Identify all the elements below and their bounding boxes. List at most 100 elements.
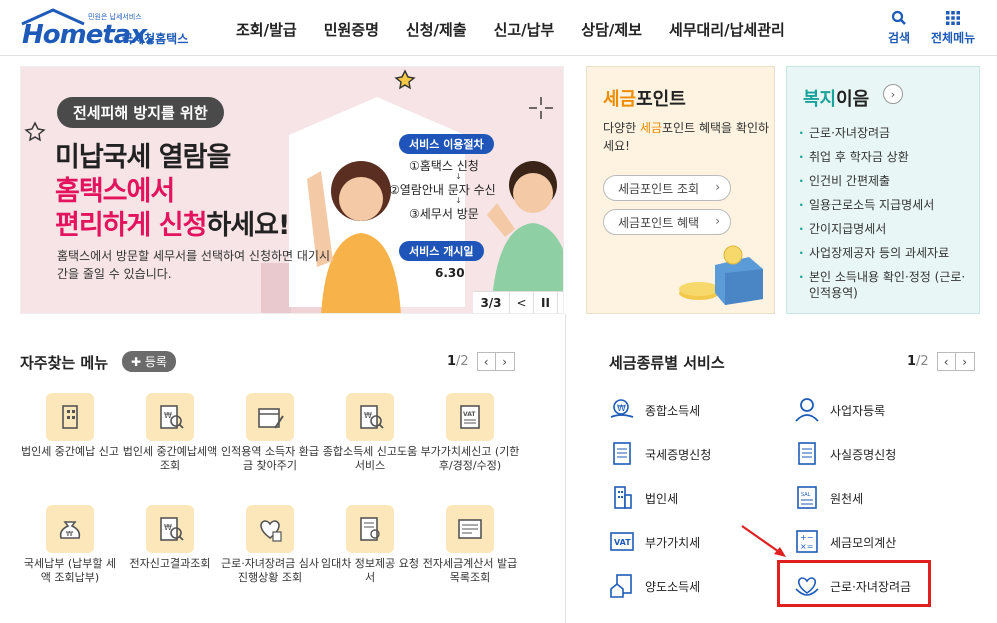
favorite-menu-item[interactable]: 전자세금계산서 발급목록조회 [420,505,520,585]
tax-service-item-right[interactable]: 사실증명신청 [794,441,896,467]
menu-icon-box: ₩ [46,505,94,553]
welfare-more-button[interactable]: › [883,84,903,104]
nav-item-certificate[interactable]: 민원증명 [324,19,379,40]
hometax-logo[interactable]: 민원은 납세서비스 Hometax. 국세청홈택스 [18,6,208,50]
money-bag-icon: ₩ [59,521,81,539]
banner-headline-3-accent: 편리하게 신청 [55,210,207,241]
building-icon [62,405,78,429]
banner-counter: 3/3 [480,296,502,310]
tax-service-item-right[interactable]: 사업자등록 [794,397,885,423]
tax-service-item-left[interactable]: ₩ 종합소득세 [609,397,700,423]
welfare-title-rest: 이음 [836,89,870,110]
calculator-icon: +−×= [796,530,818,553]
favorite-menu-item[interactable]: 임대차 정보제공 요청서 [320,505,420,585]
chevron-right-icon: › [962,354,968,369]
favorite-menu-item[interactable]: ₩ 전자신고결과조회 [120,505,220,571]
start-date: 6.30 [435,266,465,280]
favorite-menu-label: 전자신고결과조회 [129,557,211,570]
procedure-chip: 서비스 이용절차 [399,134,494,154]
favorites-title: 자주찾는 메뉴 [20,354,109,372]
welfare-item[interactable]: 취업 후 학자금 상환 [799,145,969,169]
banner-headline-3-rest: 하세요! [206,210,290,241]
tax-services-title: 세금종류별 서비스 [609,354,725,372]
register-button[interactable]: ✚ 등록 [122,351,176,372]
doc-search-icon [360,517,380,541]
tax-services-prev-button[interactable]: ‹ [936,352,956,371]
favorite-menu-item[interactable]: 법인세 중간예납 신고 [20,393,120,459]
nav-item-inquiry[interactable]: 조회/발급 [236,19,297,40]
menu-icon-box [246,393,294,441]
menu-icon-box [346,505,394,553]
vat-doc-icon: VAT [460,405,480,429]
tax-point-card: 세금포인트 다양한 세금포인트 혜택을 확인하세요! 세금포인트 조회 › 세금포… [586,66,775,314]
all-menu-label: 전체메뉴 [931,31,976,45]
tax-services-pager: 1/2 ‹ › [907,352,975,371]
welfare-card: 복지이음 › 근로·자녀장려금 취업 후 학자금 상환 인건비 간편제출 일용근… [786,66,980,314]
tax-point-benefit-label: 세금포인트 혜택 [618,215,700,230]
search-button[interactable]: 검색 [888,8,910,46]
welfare-list: 근로·자녀장려금 취업 후 학자금 상환 인건비 간편제출 일용근로소득 지급명… [799,121,969,301]
tax-service-item-right[interactable]: SAL 원천세 [794,485,863,511]
banner-pill: 전세피해 방지를 위한 [57,97,224,128]
banner-next-button[interactable]: > [557,292,563,313]
menu-icon-box: ₩ [146,393,194,441]
favorites-next-button[interactable]: › [495,352,515,371]
tax-service-label: 국세증명신청 [645,447,712,462]
tax-service-label: 사업자등록 [830,403,886,418]
favorite-menu-item[interactable]: VAT 부가가치세신고 (기한후/경정/수정) [420,393,520,473]
tax-service-label: 세금모의계산 [830,535,897,550]
welfare-item[interactable]: 간이지급명세서 [799,217,969,241]
favorite-menu-item[interactable]: ₩ 국세납부 (납부할 세액 조회납부) [20,505,120,585]
tax-point-desc-pre: 다양한 [603,121,640,135]
tax-point-desc: 다양한 세금포인트 혜택을 확인하세요! [603,119,773,155]
tax-service-label: 양도소득세 [645,579,701,594]
won-hand-icon: ₩ [610,399,634,418]
welfare-item[interactable]: 사업장제공자 등의 과세자료 [799,241,969,265]
favorite-menu-label: 국세납부 (납부할 세액 조회납부) [23,557,117,584]
vat-icon: VAT [610,532,634,551]
tax-service-label: 사실증명신청 [830,447,897,462]
favorite-menu-item[interactable]: ₩ 종합소득세 신고도움 서비스 [320,393,420,473]
menu-icon-box: VAT [446,393,494,441]
banner-pause-button[interactable]: II [533,292,557,313]
person-icon [795,398,819,422]
banner-prev-button[interactable]: < [509,292,533,313]
welfare-title-accent: 복지 [803,89,837,110]
highlight-box [777,560,931,607]
tax-service-item-left[interactable]: 양도소득세 [609,573,700,599]
menu-icon-box [46,393,94,441]
favorite-menu-label: 근로·자녀장려금 심사진행상황 조회 [220,557,320,584]
welfare-item[interactable]: 근로·자녀장려금 [799,121,969,145]
favorite-menu-item[interactable]: ₩ 법인세 중간예납세액 조회 [120,393,220,473]
favorite-menu-label: 전자세금계산서 발급목록조회 [422,557,518,584]
svg-text:VAT: VAT [614,538,631,547]
welfare-item[interactable]: 인건비 간편제출 [799,169,969,193]
building-icon [614,486,632,509]
tax-point-title: 세금포인트 [603,85,686,111]
tax-service-item-left[interactable]: VAT 부가가치세 [609,529,700,555]
welfare-item[interactable]: 본인 소득내용 확인·정정 (근로·인적용역) [799,269,969,301]
nav-item-application[interactable]: 신청/제출 [406,19,467,40]
promo-banner[interactable]: 전세피해 방지를 위한 미납국세 열람을 홈택스에서 편리하게 신청하세요! 홈… [20,66,564,314]
favorite-menu-item[interactable]: 인적용역 소득자 환급금 찾아주기 [220,393,320,473]
nav-item-filing[interactable]: 신고/납부 [494,19,555,40]
favorite-menu-label: 부가가치세신고 (기한후/경정/수정) [420,445,520,472]
tax-service-item-right[interactable]: +− ×= 세금모의계산 [794,529,896,555]
tax-services-next-button[interactable]: › [955,352,975,371]
start-date-chip: 서비스 개시일 [399,241,484,261]
favorites-prev-button[interactable]: ‹ [476,352,496,371]
all-menu-button[interactable]: 전체메뉴 [931,8,975,46]
nav-item-consult[interactable]: 상담/제보 [581,19,642,40]
tax-service-item-left[interactable]: 국세증명신청 [609,441,711,467]
tax-point-desc-accent: 세금 [639,121,663,135]
invoice-icon [458,519,482,539]
tax-service-item-left[interactable]: 법인세 [609,485,678,511]
nav-item-agent[interactable]: 세무대리/납세관리 [669,19,785,40]
pager-current: 1 [447,354,457,369]
welfare-item[interactable]: 일용근로소득 지급명세서 [799,193,969,217]
chevron-right-icon: › [715,214,720,228]
tax-point-inquiry-button[interactable]: 세금포인트 조회 › [603,175,731,201]
tax-point-benefit-button[interactable]: 세금포인트 혜택 › [603,209,731,235]
tax-point-inquiry-label: 세금포인트 조회 [618,181,700,196]
favorite-menu-item[interactable]: 근로·자녀장려금 심사진행상황 조회 [220,505,320,585]
